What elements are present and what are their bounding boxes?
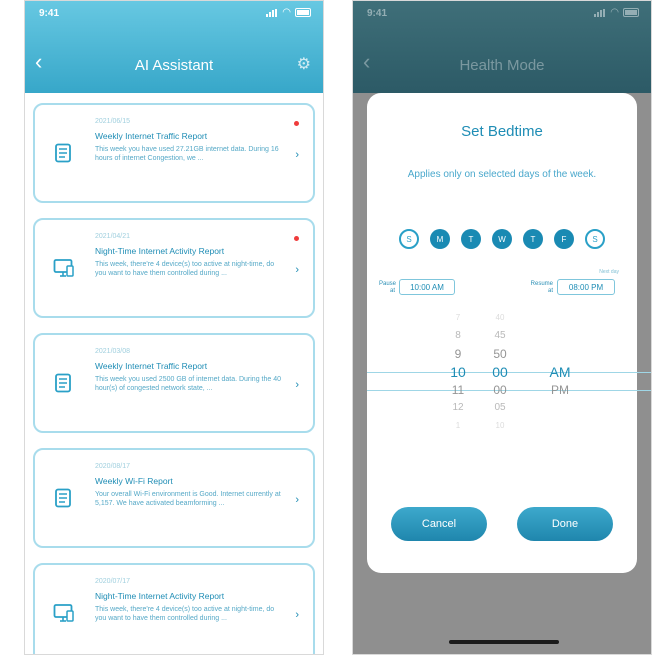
hour-option: 11 [451,383,465,397]
report-card[interactable]: 2020/07/17 Night-Time Internet Activity R… [33,563,315,654]
settings-button[interactable]: ⚙ [297,54,311,74]
report-card[interactable]: 2021/03/08 Weekly Internet Traffic Report… [33,333,315,433]
report-title: Weekly Internet Traffic Report [95,361,208,371]
status-time: 9:41 [367,8,388,19]
chevron-right-icon: › [295,609,299,621]
page-title: AI Assistant [134,57,214,74]
report-description: Your overall Wi-Fi environment is Good. … [95,491,281,507]
day-toggle[interactable]: S [399,229,419,249]
cancel-button[interactable]: Cancel [391,507,487,541]
minute-wheel[interactable]: 40 45 50 00 00 05 10 [485,309,515,435]
monitor-icon [53,603,75,628]
resume-label: Resume at [530,281,553,294]
ampm-option [543,399,577,417]
chevron-right-icon: › [295,379,299,391]
day-toggle[interactable]: M [430,229,450,249]
report-date: 2020/07/17 [95,578,131,585]
report-title: Weekly Wi-Fi Report [95,476,173,486]
hour-option: 8 [455,330,461,341]
signal-icon [266,8,278,17]
hour-wheel[interactable]: 7 8 9 10 11 12 1 [443,309,473,435]
ampm-option: AM [549,364,571,380]
ai-assistant-screen: 9:41 ◠ ‹ AI Assistant ⚙ 2021/06/15 Weekly… [24,0,324,655]
time-picker[interactable]: 7 8 9 10 11 12 1 40 45 50 00 00 05 10 AM PM [367,309,651,449]
ampm-option [543,417,577,435]
day-toggle[interactable]: W [492,229,512,249]
ampm-option [543,327,577,345]
ampm-wheel[interactable]: AM PM [543,309,577,435]
battery-icon [295,8,311,17]
day-toggle[interactable]: F [554,229,574,249]
document-icon [53,488,73,513]
status-bar: 9:41 ◠ [353,1,651,25]
hour-option: 12 [452,402,464,413]
chevron-right-icon: › [295,494,299,506]
hour-option: 1 [455,421,461,430]
time-range-row: Pause at 10:00 AM Resume at 08:00 PM Nex… [379,269,625,299]
document-icon [53,373,73,398]
minute-option: 05 [494,402,506,413]
report-card[interactable]: 2020/08/17 Weekly Wi-Fi Report Your overal… [33,448,315,548]
report-description: This week you used 2500 GB of internet d… [95,376,282,392]
day-toggle[interactable]: T [461,229,481,249]
resume-time-field[interactable]: 08:00 PM [557,279,615,295]
minute-option: 45 [494,330,506,341]
battery-icon [623,8,639,17]
status-icons: ◠ [266,6,311,18]
minute-option: 50 [493,347,507,361]
day-toggle[interactable]: S [585,229,605,249]
minute-option: 40 [495,313,505,322]
dialog-subtitle: Applies only on selected days of the wee… [407,169,597,180]
report-description: This week you have used 27.21GB internet… [95,146,279,162]
status-icons: ◠ [594,6,639,18]
minute-option: 00 [493,383,507,397]
ampm-option: PM [551,383,569,397]
report-list: 2021/06/15 Weekly Internet Traffic Report… [33,103,315,654]
status-bar: 9:41 ◠ [25,1,323,25]
unread-dot [294,121,299,126]
status-time: 9:41 [39,8,60,19]
set-bedtime-dialog: Set Bedtime Applies only on selected day… [367,93,651,573]
ampm-option [543,345,577,363]
report-card[interactable]: 2021/04/21 Night-Time Internet Activity R… [33,218,315,318]
report-title: Night-Time Internet Activity Report [95,246,225,256]
next-day-label: Next day [599,269,619,275]
hour-option: 9 [454,347,462,361]
health-mode-screen: 9:41 ◠ ‹ Health Mode Set Bedtime Applies… [352,0,652,655]
app-header: 9:41 ◠ ‹ AI Assistant ⚙ [25,1,323,93]
chevron-right-icon: › [295,264,299,276]
pause-time-field[interactable]: 10:00 AM [399,279,455,295]
dialog-title: Set Bedtime [461,123,543,140]
home-indicator[interactable] [449,640,559,644]
pause-label: Pause at [379,281,397,294]
report-title: Weekly Internet Traffic Report [95,131,208,141]
day-toggle[interactable]: T [523,229,543,249]
monitor-icon [53,258,75,283]
wifi-icon: ◠ [282,6,291,18]
app-header: 9:41 ◠ ‹ Health Mode [353,1,651,93]
document-icon [53,143,73,168]
report-title: Night-Time Internet Activity Report [95,591,225,601]
done-button[interactable]: Done [517,507,613,541]
wifi-icon: ◠ [610,6,619,18]
report-date: 2021/06/15 [95,118,131,125]
day-selector: SMTWTFS [399,229,605,249]
report-date: 2021/03/08 [95,348,131,355]
report-date: 2020/08/17 [95,463,131,470]
hour-option: 10 [450,364,466,380]
report-description: This week, there're 4 device(s) too acti… [95,606,275,622]
report-card[interactable]: 2021/06/15 Weekly Internet Traffic Report… [33,103,315,203]
chevron-right-icon: › [295,149,299,161]
hour-option: 7 [455,313,461,322]
ampm-option [543,309,577,327]
report-description: This week, there're 4 device(s) too acti… [95,261,275,277]
minute-option: 10 [495,421,505,430]
signal-icon [594,8,606,17]
page-title: Health Mode [459,57,545,74]
report-date: 2021/04/21 [95,233,131,240]
unread-dot [294,236,299,241]
minute-option: 00 [492,364,508,380]
